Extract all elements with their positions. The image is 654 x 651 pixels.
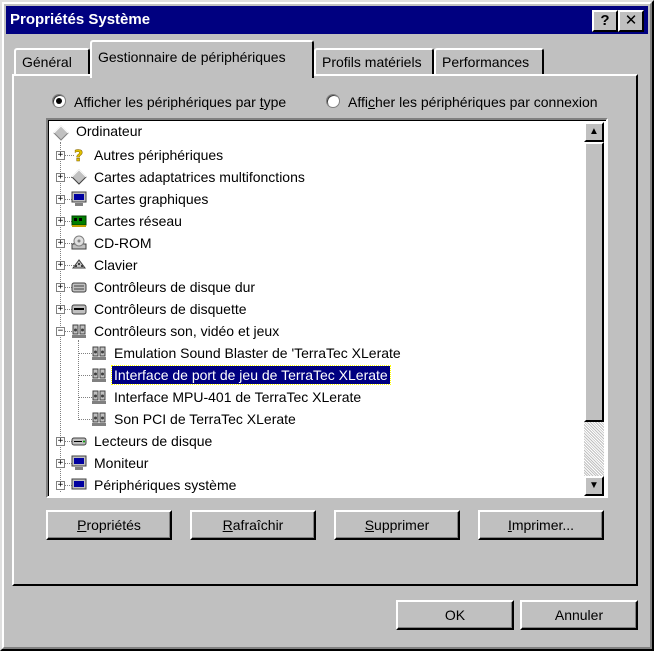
disk-controller-icon [71,282,87,293]
tree-item-label: Moniteur [94,455,149,471]
print-button[interactable]: Imprimer... [478,510,604,540]
sound-icon [92,346,106,360]
expand-toggle[interactable]: + [56,437,65,446]
expand-toggle[interactable]: + [56,305,65,314]
computer-diamond-icon [53,125,69,141]
monitor-icon [71,455,87,470]
question-icon: ? [74,146,84,164]
network-card-icon [71,215,87,227]
sound-icon [92,412,106,426]
option-text: Affi [348,94,368,110]
tree-item-label: Périphériques système [94,477,237,493]
option-text: Afficher les périphériques par [74,94,260,110]
tree-child-label: Emulation Sound Blaster de 'TerraTec XLe… [114,345,401,361]
tab-label: Gestionnaire de périphériques [98,49,286,65]
expand-toggle[interactable]: + [56,459,65,468]
scroll-up-button[interactable]: ▲ [584,122,604,142]
close-button[interactable]: ✕ [618,10,644,32]
floppy-controller-icon [71,304,87,315]
button-label: ropriétés [86,517,141,533]
keyboard-icon [72,259,86,269]
tree-item-label: Cartes réseau [94,213,182,229]
scroll-down-button[interactable]: ▼ [584,476,604,496]
monitor-icon [71,191,87,206]
tree-item-label: Contrôleurs de disquette [94,301,247,317]
tab-general[interactable]: Général [14,48,90,76]
properties-button[interactable]: Propriétés [46,510,172,540]
tree-branch-line [78,340,79,418]
tab-device-manager[interactable]: Gestionnaire de périphériques [90,40,314,78]
tree-item-label: Contrôleurs de disque dur [94,279,256,295]
accel-key: R [222,517,233,533]
tree-item-label: Autres périphériques [94,147,224,163]
sound-icon [72,324,86,338]
expand-toggle[interactable]: + [56,173,65,182]
view-by-connection-option[interactable]: Afficher les périphériques par connexion [326,94,598,112]
button-label: mprimer... [511,517,575,533]
tree-root-label: Ordinateur [76,123,143,139]
window-title: Propriétés Système [10,11,151,28]
sound-icon [92,368,106,382]
sound-icon [92,390,106,404]
tree-item-label: Lecteurs de disque [94,433,213,449]
tab-label: Général [22,54,72,70]
system-icon [71,478,87,490]
scroll-thumb[interactable] [584,142,604,422]
view-by-type-option[interactable]: Afficher les périphériques par type [52,94,286,112]
tree-item-label: Contrôleurs son, vidéo et jeux [94,323,280,339]
svg-text:?: ? [74,146,83,164]
help-button[interactable]: ? [592,10,618,32]
tree-scrollbar[interactable]: ▲ ▼ [584,122,604,496]
delete-button[interactable]: Supprimer [334,510,460,540]
device-tree-content: Ordinateur +? Autres périphériques + Cartes… [50,122,586,496]
option-text: ype [263,94,287,110]
expand-toggle[interactable]: + [56,283,65,292]
button-label: afraîchir [232,517,284,533]
accel-key: S [364,517,375,533]
tree-item-label: Cartes graphiques [94,191,209,207]
expand-toggle[interactable]: + [56,239,65,248]
tab-performance[interactable]: Performances [434,48,544,76]
expand-toggle[interactable]: + [56,151,65,160]
expand-toggle[interactable]: + [56,261,65,270]
cdrom-icon [71,235,87,250]
tab-hardware-profiles[interactable]: Profils matériels [314,48,434,76]
device-tree[interactable]: Ordinateur +? Autres périphériques + Cartes… [46,118,608,498]
expand-toggle[interactable]: + [56,481,65,490]
ok-button[interactable]: OK [396,600,514,630]
disk-drive-icon [71,437,87,446]
diamond-icon [71,169,87,185]
collapse-toggle[interactable]: − [56,327,65,336]
expand-toggle[interactable]: + [56,195,65,204]
tree-item-label: Cartes adaptatrices multifonctions [94,169,305,185]
option-text: her les périphériques par connexion [374,94,598,110]
radio-by-connection[interactable] [326,94,340,109]
cancel-button[interactable]: Annuler [520,600,638,630]
tab-label: Performances [442,54,530,70]
tree-item-label: CD-ROM [94,235,152,251]
title-bar[interactable]: Propriétés Système ? ✕ [6,6,648,34]
refresh-button[interactable]: Rafraîchir [190,510,316,540]
expand-toggle[interactable]: + [56,217,65,226]
radio-by-type[interactable] [52,94,66,109]
tree-child-label: Interface MPU-401 de TerraTec XLerate [114,389,362,405]
tree-item-label: Clavier [94,257,138,273]
button-label: upprimer [374,517,430,533]
option-accel: c [367,94,375,110]
tree-child-label: Interface de port de jeu de TerraTec XLe… [111,365,391,385]
tree-child-label: Son PCI de TerraTec XLerate [114,411,296,427]
tab-label: Profils matériels [322,54,422,70]
